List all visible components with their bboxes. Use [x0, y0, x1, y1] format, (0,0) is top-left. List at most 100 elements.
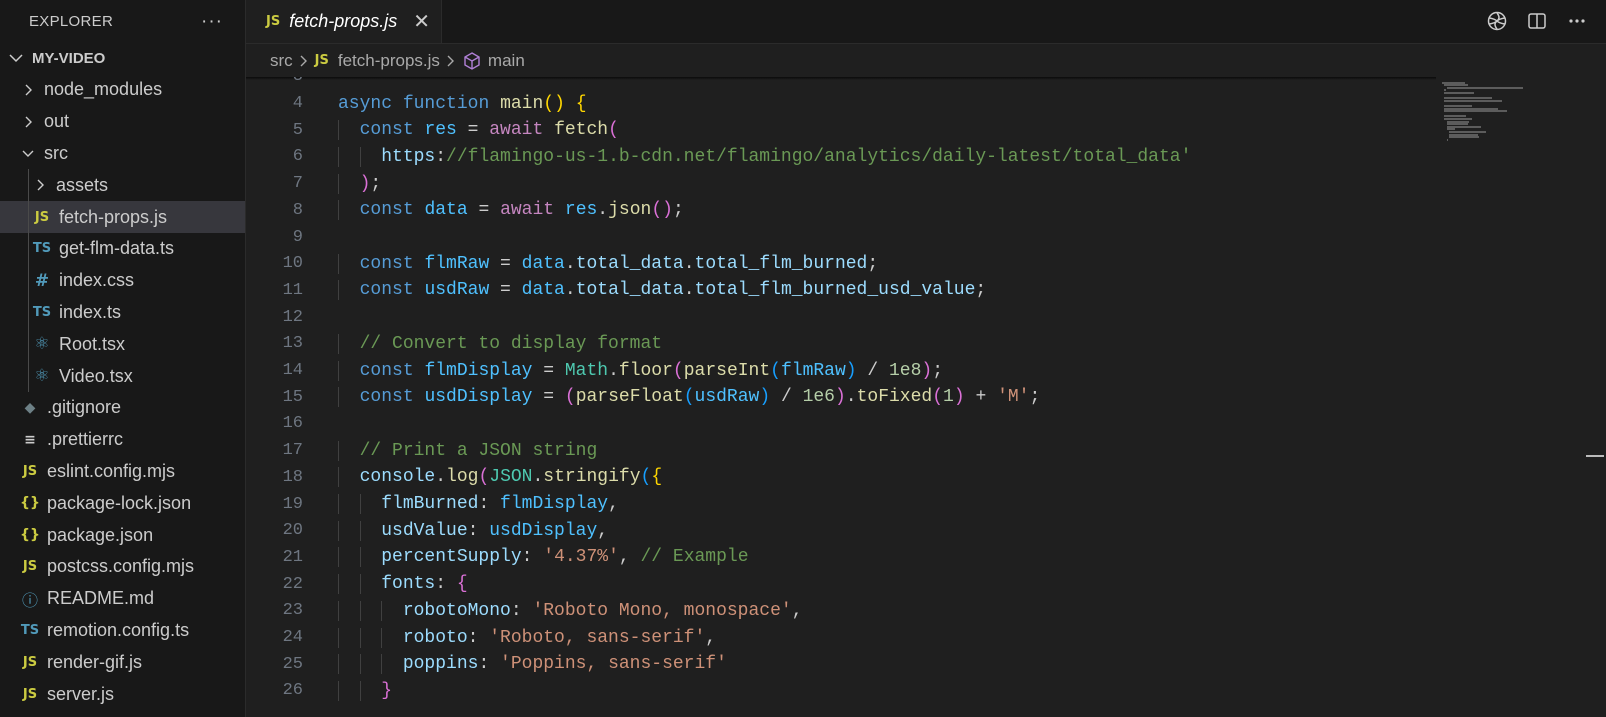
- tree-item[interactable]: src: [0, 138, 245, 170]
- indent-guide: [381, 600, 383, 621]
- tree-item[interactable]: ⓘ README.md: [0, 583, 245, 615]
- code-line[interactable]: 6 https://flamingo-us-1.b-cdn.net/flamin…: [246, 144, 1436, 171]
- tree-item[interactable]: {} package-lock.json: [0, 487, 245, 519]
- copilot-icon[interactable]: [1486, 10, 1508, 32]
- code-editor[interactable]: 3 4 async function main() {5 const res = a…: [246, 77, 1436, 717]
- code-line[interactable]: 12: [246, 304, 1436, 331]
- minimap[interactable]: [1436, 77, 1604, 717]
- line-number: 21: [282, 547, 303, 567]
- indent-guide: [359, 520, 361, 541]
- line-number: 22: [282, 574, 303, 594]
- indent-guide: [359, 574, 361, 595]
- js-file-icon: JS: [314, 53, 329, 68]
- tree-item[interactable]: ≡ .prettierrc: [0, 424, 245, 456]
- tree-item-label: node_modules: [44, 79, 163, 100]
- info-file-icon: ⓘ: [21, 590, 38, 610]
- tree-item-label: postcss.config.mjs: [47, 556, 195, 577]
- code-line[interactable]: 21 percentSupply: '4.37%', // Example: [246, 544, 1436, 571]
- code-line[interactable]: 4 async function main() {: [246, 90, 1436, 117]
- code-line[interactable]: 11 const usdRaw = data.total_data.total_…: [246, 277, 1436, 304]
- workspace-root[interactable]: MY-VIDEO: [0, 42, 245, 74]
- tree-item[interactable]: ⚛ Root.tsx: [0, 328, 245, 361]
- indent-guide: [338, 467, 339, 488]
- tree-item[interactable]: JS render-gif.js: [0, 646, 245, 678]
- tab-bar: JS fetch-props.js ✕: [246, 0, 1606, 44]
- code-line[interactable]: 15 const usdDisplay = (parseFloat(usdRaw…: [246, 384, 1436, 411]
- breadcrumb-file[interactable]: fetch-props.js: [338, 51, 440, 71]
- code-line[interactable]: 22 fonts: {: [246, 571, 1436, 598]
- indent-guide: [28, 169, 29, 202]
- tree-item[interactable]: out: [0, 106, 245, 138]
- code-line[interactable]: 7 );: [246, 170, 1436, 197]
- line-number: 5: [292, 120, 303, 140]
- indent-guide: [338, 387, 339, 408]
- code-line[interactable]: 14 const flmDisplay = Math.floor(parseIn…: [246, 357, 1436, 384]
- indent-guide: [381, 627, 383, 648]
- tree-item[interactable]: JS postcss.config.mjs: [0, 551, 245, 583]
- close-icon[interactable]: ✕: [413, 9, 430, 34]
- indent-guide: [338, 440, 339, 461]
- line-number: 20: [282, 521, 303, 541]
- tree-item-label: .gitignore: [47, 397, 122, 418]
- indent-guide: [28, 328, 29, 361]
- tree-item[interactable]: node_modules: [0, 74, 245, 106]
- breadcrumb-symbol[interactable]: main: [488, 51, 525, 71]
- indent-guide: [338, 253, 339, 274]
- tree-item[interactable]: {} package.json: [0, 519, 245, 551]
- line-number: 9: [292, 227, 303, 247]
- more-actions-icon[interactable]: ···: [201, 12, 223, 31]
- indent-guide: [359, 494, 361, 515]
- file-tree: node_modulesout src assets JS fetch-props.js…: [0, 74, 245, 710]
- minimap-line: [1449, 136, 1480, 139]
- code-line[interactable]: 17 // Print a JSON string: [246, 437, 1436, 464]
- chevron-right-icon: [32, 177, 48, 193]
- code-line[interactable]: 23 robotoMono: 'Roboto Mono, monospace',: [246, 598, 1436, 625]
- code-line[interactable]: 5 const res = await fetch(: [246, 117, 1436, 144]
- line-number: 17: [282, 441, 303, 461]
- tab-fetch-props[interactable]: JS fetch-props.js ✕: [246, 0, 442, 43]
- tree-item[interactable]: TS index.ts: [0, 296, 245, 329]
- tree-item[interactable]: JS server.js: [0, 678, 245, 710]
- code-text: const usdRaw = data.total_data.total_flm…: [338, 280, 986, 301]
- code-line[interactable]: 19 flmBurned: flmDisplay,: [246, 491, 1436, 518]
- js-file-icon: JS: [22, 654, 38, 670]
- js-file-icon: JS: [22, 463, 38, 479]
- scrollbar-marker[interactable]: [1586, 455, 1604, 457]
- editor-area: JS fetch-props.js ✕ src JS fetch-props.j…: [246, 0, 1606, 717]
- tab-label: fetch-props.js: [289, 11, 398, 31]
- indent-guide: [338, 333, 339, 354]
- chevron-down-icon: [20, 145, 36, 161]
- tree-item-label: out: [44, 111, 70, 132]
- code-line[interactable]: 26 }: [246, 678, 1436, 705]
- tree-item[interactable]: TS get-flm-data.ts: [0, 232, 245, 265]
- indent-guide: [338, 574, 339, 595]
- tree-item-label: remotion.config.ts: [47, 619, 190, 640]
- json-file-icon: {}: [20, 495, 40, 512]
- code-line[interactable]: 18 console.log(JSON.stringify({: [246, 464, 1436, 491]
- split-editor-icon[interactable]: [1526, 10, 1548, 32]
- code-text: console.log(JSON.stringify({: [338, 467, 662, 488]
- editor-actions: [1486, 10, 1588, 32]
- code-line[interactable]: 3: [246, 77, 1436, 90]
- code-line[interactable]: 16: [246, 411, 1436, 438]
- indent-guide: [338, 280, 339, 301]
- tree-item-label: package-lock.json: [47, 492, 192, 513]
- tree-item[interactable]: ◆ .gitignore: [0, 392, 245, 424]
- indent-guide: [338, 360, 339, 381]
- tree-item[interactable]: TS remotion.config.ts: [0, 615, 245, 647]
- code-line[interactable]: 24 roboto: 'Roboto, sans-serif',: [246, 624, 1436, 651]
- tree-item[interactable]: # index.css: [0, 264, 245, 297]
- code-line[interactable]: 8 const data = await res.json();: [246, 197, 1436, 224]
- breadcrumb-folder[interactable]: src: [270, 51, 293, 71]
- more-actions-icon[interactable]: [1566, 10, 1588, 32]
- code-line[interactable]: 25 poppins: 'Poppins, sans-serif': [246, 651, 1436, 678]
- code-line[interactable]: 13 // Convert to display format: [246, 331, 1436, 358]
- tree-item[interactable]: JS eslint.config.mjs: [0, 456, 245, 488]
- code-line[interactable]: 9: [246, 224, 1436, 251]
- line-number: 13: [282, 334, 303, 354]
- code-line[interactable]: 10 const flmRaw = data.total_data.total_…: [246, 250, 1436, 277]
- tree-item[interactable]: JS fetch-props.js: [0, 201, 245, 233]
- code-line[interactable]: 20 usdValue: usdDisplay,: [246, 517, 1436, 544]
- tree-item[interactable]: assets: [0, 169, 245, 202]
- tree-item[interactable]: ⚛ Video.tsx: [0, 360, 245, 392]
